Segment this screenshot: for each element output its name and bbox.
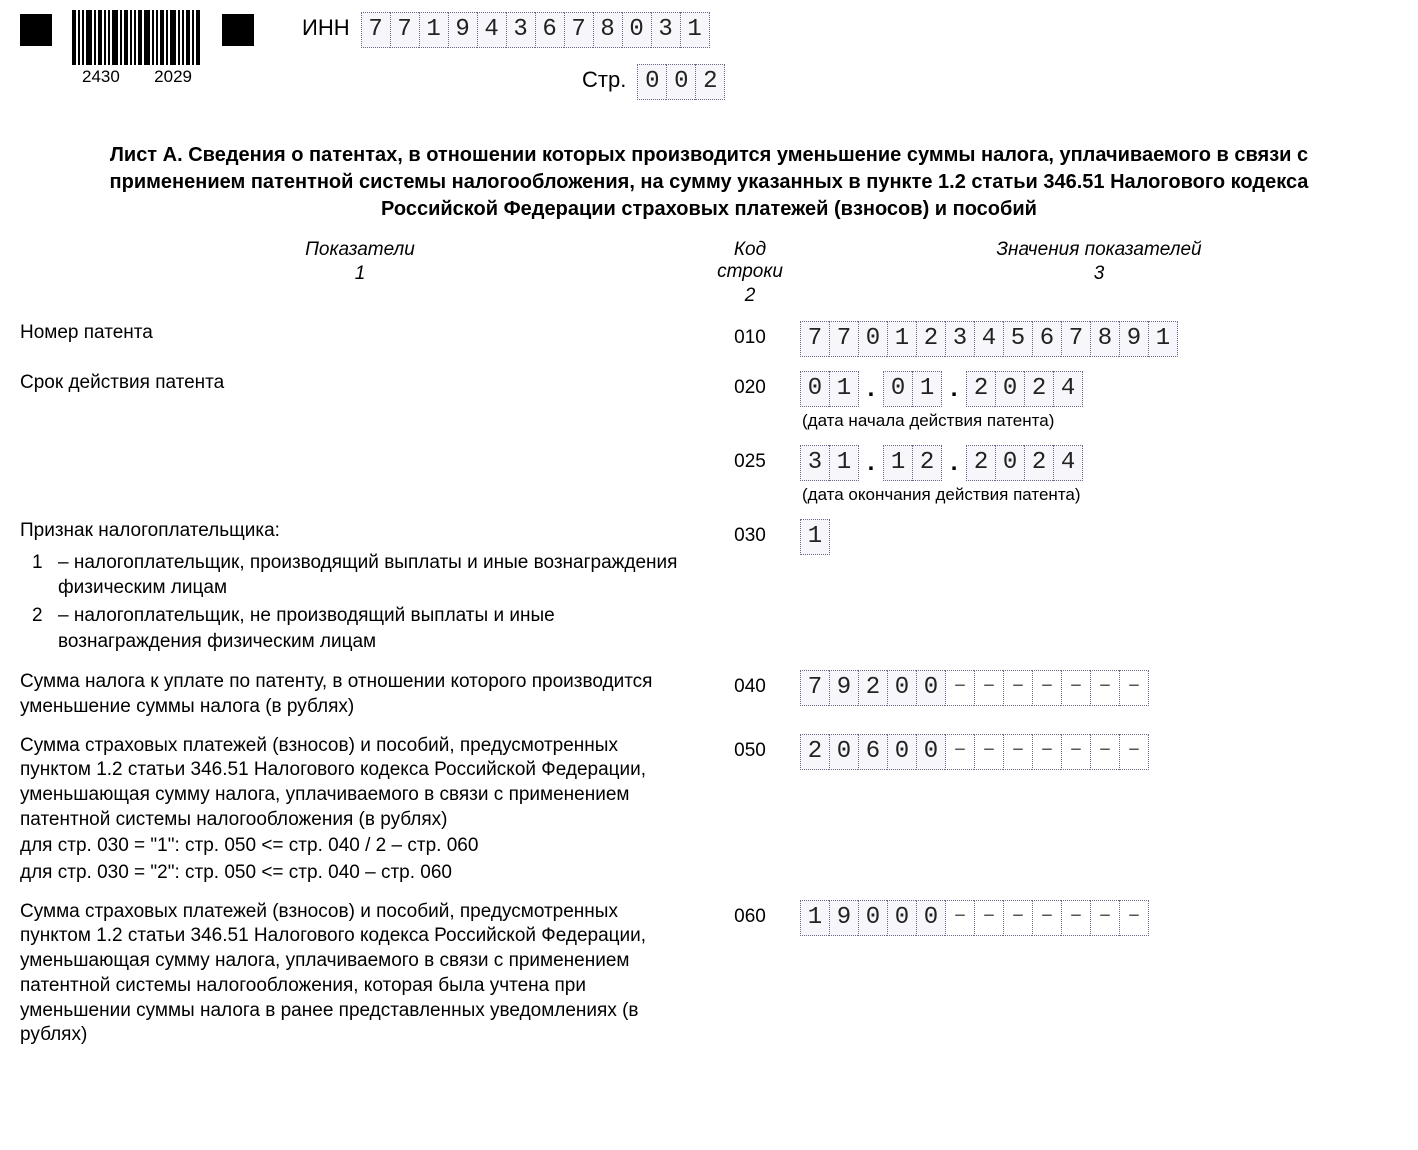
row-050-rule2: для стр. 030 = "2": стр. 050 <= стр. 040… [20, 861, 690, 886]
barcode-num-1: 2430 [82, 67, 120, 87]
row-020-yyyy: 2024 [966, 371, 1083, 407]
row-030-label: Признак налогоплательщика: [20, 519, 690, 544]
page-cells: 002 [637, 64, 725, 100]
row-010-value: 7701234567891 [800, 321, 1178, 357]
row-020: Срок действия патента 020 01 . 01 . 2024… [20, 371, 1398, 431]
col2-header-a: Код [700, 239, 800, 261]
header: 2430 2029 ИНН 771943678031 Стр. 002 [20, 10, 1398, 100]
row-030-opt1-num: 1 [32, 550, 58, 601]
dot-icon: . [864, 372, 878, 406]
dot-icon: . [947, 372, 961, 406]
marker-square-right [222, 14, 254, 46]
inn-cells: 771943678031 [361, 12, 710, 48]
row-010-label: Номер патента [20, 321, 700, 346]
row-010-code: 010 [700, 321, 800, 349]
row-020-dd: 01 [800, 371, 859, 407]
row-025-code: 025 [700, 445, 800, 473]
col1-header: Показатели [20, 239, 700, 261]
row-025-yyyy: 2024 [966, 445, 1083, 481]
row-020-label: Срок действия патента [20, 371, 700, 396]
row-030-opt1-text: – налогоплательщик, производящий выплаты… [58, 550, 690, 601]
page-label: Стр. [582, 67, 626, 92]
row-060: Сумма страховых платежей (взносов) и пос… [20, 900, 1398, 1048]
barcode-num-2: 2029 [154, 67, 192, 87]
inn-label: ИНН [302, 15, 350, 40]
row-025: 025 31 . 12 . 2024 (дата окончания дейст… [20, 445, 1398, 505]
row-030-opt2-text: – налогоплательщик, не производящий выпл… [58, 603, 690, 654]
row-060-label: Сумма страховых платежей (взносов) и пос… [20, 900, 700, 1048]
row-030-opt2-num: 2 [32, 603, 58, 654]
row-030: Признак налогоплательщика: 1 – налогопла… [20, 519, 1398, 656]
col2-header-b: строки [700, 261, 800, 283]
row-040-code: 040 [700, 670, 800, 698]
row-050-rule1: для стр. 030 = "1": стр. 050 <= стр. 040… [20, 834, 690, 859]
row-050-value: 20600––––––– [800, 734, 1149, 770]
row-025-dd: 31 [800, 445, 859, 481]
row-010: Номер патента 010 7701234567891 [20, 321, 1398, 357]
col2-num: 2 [700, 285, 800, 307]
barcode-icon [72, 10, 202, 65]
row-020-hint: (дата начала действия патента) [800, 411, 1398, 431]
row-020-code: 020 [700, 371, 800, 399]
marker-square-left [20, 14, 52, 46]
row-030-value: 1 [800, 519, 830, 555]
barcode-block: 2430 2029 [72, 10, 202, 87]
row-050-code: 050 [700, 734, 800, 762]
dot-icon: . [947, 446, 961, 480]
col3-header: Значения показателей [800, 239, 1398, 261]
row-020-mm: 01 [883, 371, 942, 407]
column-headers: Показатели 1 Код строки 2 Значения показ… [20, 239, 1398, 307]
row-060-code: 060 [700, 900, 800, 928]
row-060-value: 19000––––––– [800, 900, 1149, 936]
row-025-mm: 12 [883, 445, 942, 481]
row-040: Сумма налога к уплате по патенту, в отно… [20, 670, 1398, 719]
row-040-value: 79200––––––– [800, 670, 1149, 706]
sheet-title: Лист А. Сведения о патентах, в отношении… [90, 142, 1328, 223]
row-025-hint: (дата окончания действия патента) [800, 485, 1398, 505]
row-050-label: Сумма страховых платежей (взносов) и пос… [20, 734, 690, 833]
row-030-code: 030 [700, 519, 800, 547]
col3-num: 3 [800, 263, 1398, 285]
row-040-label: Сумма налога к уплате по патенту, в отно… [20, 670, 700, 719]
col1-num: 1 [20, 263, 700, 285]
row-050: Сумма страховых платежей (взносов) и пос… [20, 734, 1398, 886]
dot-icon: . [864, 446, 878, 480]
